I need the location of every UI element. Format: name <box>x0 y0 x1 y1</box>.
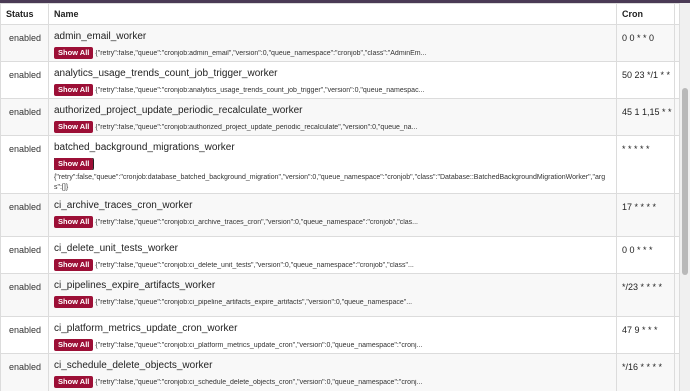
column-header-status[interactable]: Status <box>0 3 49 25</box>
column-header-cron[interactable]: Cron <box>616 3 675 25</box>
name-cell: authorized_project_update_periodic_recal… <box>48 98 617 136</box>
job-args: {"retry":false,"queue":"cronjob:authoriz… <box>95 123 418 131</box>
cron-cell: */16 * * * * <box>616 353 675 391</box>
scrollbar-track[interactable] <box>679 3 690 391</box>
args-line: Show All {"retry":false,"queue":"cronjob:… <box>54 84 611 96</box>
status-cell: enabled <box>0 61 49 99</box>
status-cell: enabled <box>0 24 49 62</box>
cron-jobs-panel: Status Name Cron en enabledadmin_email_w… <box>0 3 690 391</box>
job-args: {"retry":false,"queue":"cronjob:ci_sched… <box>95 378 423 386</box>
table-row: enabled analytics_usage_trends_count_job_… <box>0 61 690 99</box>
name-cell: ci_pipelines_expire_artifacts_worker Show… <box>48 273 617 317</box>
args-line: Show All {"retry":false,"queue":"cronjob:… <box>54 121 611 133</box>
cron-cell: 47 9 * * * <box>616 316 675 354</box>
job-args: {"retry":false,"queue":"cronjob:analytic… <box>95 86 425 94</box>
table-row: enabled admin_email_worker Show All {"retry… <box>0 24 690 62</box>
args-line: Show All {"retry":false,"queue":"cronjob:… <box>54 216 611 228</box>
name-cell: ci_delete_unit_tests_worker Show All {"ret… <box>48 236 617 274</box>
status-cell: enabled <box>0 273 49 317</box>
name-cell: admin_email_worker Show All {"retry":false… <box>48 24 617 62</box>
name-cell: ci_archive_traces_cron_worker Show All {"r… <box>48 193 617 237</box>
worker-name: ci_platform_metrics_update_cron_worker <box>54 323 238 334</box>
args-line: Show All {"retry":false,"queue":"cronjob:… <box>54 47 611 59</box>
job-args: {"retry":false,"queue":"cronjob:admin_em… <box>95 49 427 57</box>
args-line: Show All {"retry":false,"queue":"cronjob:… <box>54 339 611 351</box>
show-all-button[interactable]: Show All <box>54 259 94 271</box>
worker-name: analytics_usage_trends_count_job_trigger… <box>54 68 278 79</box>
table-row: enabled ci_archive_traces_cron_worker Show… <box>0 193 690 237</box>
cron-cell: * * * * * <box>616 135 675 194</box>
cron-cell: */23 * * * * <box>616 273 675 317</box>
show-all-button[interactable]: Show All <box>54 296 94 308</box>
name-cell: analytics_usage_trends_count_job_trigger… <box>48 61 617 99</box>
column-header-name[interactable]: Name <box>48 3 617 25</box>
show-all-button[interactable]: Show All <box>54 158 95 170</box>
job-args: {"retry":false,"queue":"cronjob:ci_delet… <box>95 261 414 269</box>
show-all-button[interactable]: Show All <box>54 339 94 351</box>
table-row: enabled batched_background_migrations_wor… <box>0 135 690 194</box>
args-line: Show All {"retry":false,"queue":"cronjob:… <box>54 259 611 271</box>
status-cell: enabled <box>0 98 49 136</box>
table-row: enabled ci_delete_unit_tests_worker Show A… <box>0 236 690 274</box>
worker-name: ci_archive_traces_cron_worker <box>54 200 193 211</box>
cron-cell: 0 0 * * * <box>616 236 675 274</box>
args-line: Show All {"retry":false,"queue":"cronjob:… <box>54 376 611 388</box>
status-cell: enabled <box>0 236 49 274</box>
table-header-row: Status Name Cron en <box>0 3 690 25</box>
show-all-button[interactable]: Show All <box>54 84 94 96</box>
table-row: enabled authorized_project_update_periodi… <box>0 98 690 136</box>
cron-cell: 17 * * * * <box>616 193 675 237</box>
worker-name: authorized_project_update_periodic_recal… <box>54 105 303 116</box>
job-args: {"retry":false,"queue":"cronjob:ci_platf… <box>95 341 423 349</box>
name-cell: batched_background_migrations_worker Show… <box>48 135 617 194</box>
worker-name: ci_schedule_delete_objects_worker <box>54 360 213 371</box>
scrollbar-thumb[interactable] <box>682 88 688 275</box>
show-all-button[interactable]: Show All <box>54 121 94 133</box>
worker-name: batched_background_migrations_worker <box>54 142 235 153</box>
name-cell: ci_platform_metrics_update_cron_worker Sh… <box>48 316 617 354</box>
cron-cell: 45 1 1,15 * * <box>616 98 675 136</box>
table-row: enabled ci_pipelines_expire_artifacts_wor… <box>0 273 690 317</box>
job-args: {"retry":false,"queue":"cronjob:database… <box>54 174 606 191</box>
args-line: Show All {"retry":false,"queue":"cronjob:… <box>54 296 611 308</box>
table-row: enabled ci_schedule_delete_objects_worker… <box>0 353 690 391</box>
status-cell: enabled <box>0 135 49 194</box>
name-cell: ci_schedule_delete_objects_worker Show Al… <box>48 353 617 391</box>
show-all-button[interactable]: Show All <box>54 376 94 388</box>
cron-jobs-table: Status Name Cron en enabledadmin_email_w… <box>0 3 690 391</box>
worker-name: admin_email_worker <box>54 31 147 42</box>
show-all-button[interactable]: Show All <box>54 47 94 59</box>
job-args: {"retry":false,"queue":"cronjob:ci_pipel… <box>95 298 413 306</box>
cron-cell: 50 23 */1 * * <box>616 61 675 99</box>
worker-name: ci_delete_unit_tests_worker <box>54 243 178 254</box>
job-args: {"retry":false,"queue":"cronjob:ci_archi… <box>95 218 418 226</box>
worker-name: ci_pipelines_expire_artifacts_worker <box>54 280 216 291</box>
cron-cell: 0 0 * * 0 <box>616 24 675 62</box>
show-all-button[interactable]: Show All <box>54 216 94 228</box>
status-cell: enabled <box>0 193 49 237</box>
args-line: Show All <box>54 158 611 170</box>
status-cell: enabled <box>0 353 49 391</box>
table-row: enabled ci_platform_metrics_update_cron_w… <box>0 316 690 354</box>
status-cell: enabled <box>0 316 49 354</box>
